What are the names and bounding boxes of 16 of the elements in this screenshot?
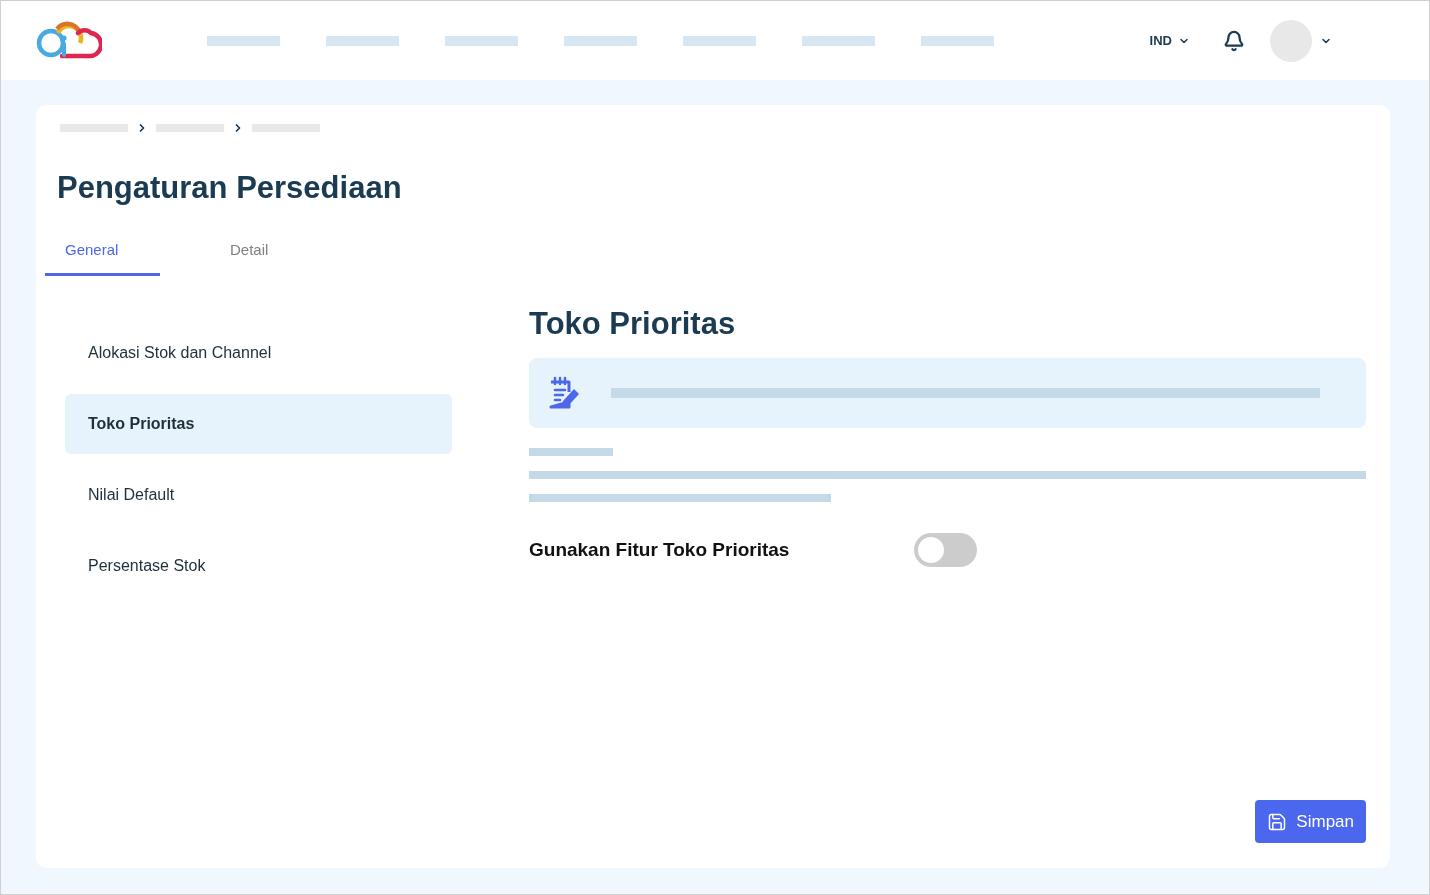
section-title: Toko Prioritas bbox=[529, 305, 736, 343]
tab[interactable]: Detail bbox=[210, 228, 325, 276]
account-menu-button[interactable] bbox=[1270, 19, 1332, 62]
language-selector[interactable]: IND bbox=[1149, 30, 1190, 51]
sidebar-menu-item[interactable]: Toko Prioritas bbox=[65, 394, 452, 454]
sidebar-menu-item[interactable]: Persentase Stok bbox=[65, 536, 452, 596]
sidebar-menu-item[interactable]: Alokasi Stok dan Channel bbox=[65, 323, 452, 383]
tab[interactable]: General bbox=[45, 228, 160, 276]
sidebar-menu-item[interactable]: Nilai Default bbox=[65, 465, 452, 525]
setting-label: Gunakan Fitur Toko Prioritas bbox=[529, 537, 791, 562]
page-title: Pengaturan Persediaan bbox=[57, 169, 402, 207]
notepad-pencil-icon bbox=[547, 376, 581, 410]
save-icon bbox=[1267, 811, 1288, 832]
notification-bell-icon[interactable] bbox=[1223, 29, 1245, 52]
save-button[interactable]: Simpan bbox=[1255, 800, 1366, 843]
toggle-switch[interactable] bbox=[914, 533, 977, 567]
